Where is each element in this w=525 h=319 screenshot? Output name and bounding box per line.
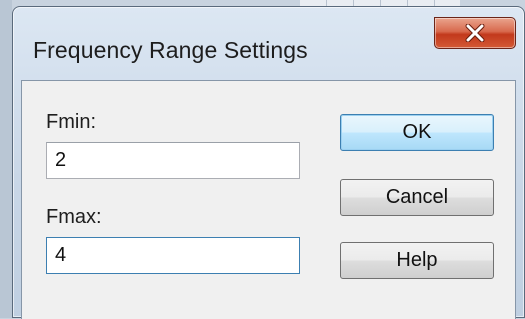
dialog-titlebar[interactable]: Frequency Range Settings <box>13 7 524 79</box>
close-x-icon <box>464 24 486 42</box>
cancel-button[interactable]: Cancel <box>340 179 494 216</box>
close-button[interactable] <box>434 17 516 49</box>
ok-button[interactable]: OK <box>340 114 494 151</box>
dialog-body: Fmin: Fmax: OK Cancel Help <box>21 80 516 319</box>
help-button[interactable]: Help <box>340 242 494 279</box>
fmax-label: Fmax: <box>46 206 102 228</box>
fmax-input[interactable] <box>46 237 300 274</box>
fmin-input[interactable] <box>46 142 300 179</box>
frequency-range-dialog: Frequency Range Settings Fmin: Fmax: OK … <box>12 6 525 319</box>
background-app-edge <box>0 0 12 318</box>
fmin-label: Fmin: <box>46 111 96 133</box>
dialog-title: Frequency Range Settings <box>33 37 308 63</box>
